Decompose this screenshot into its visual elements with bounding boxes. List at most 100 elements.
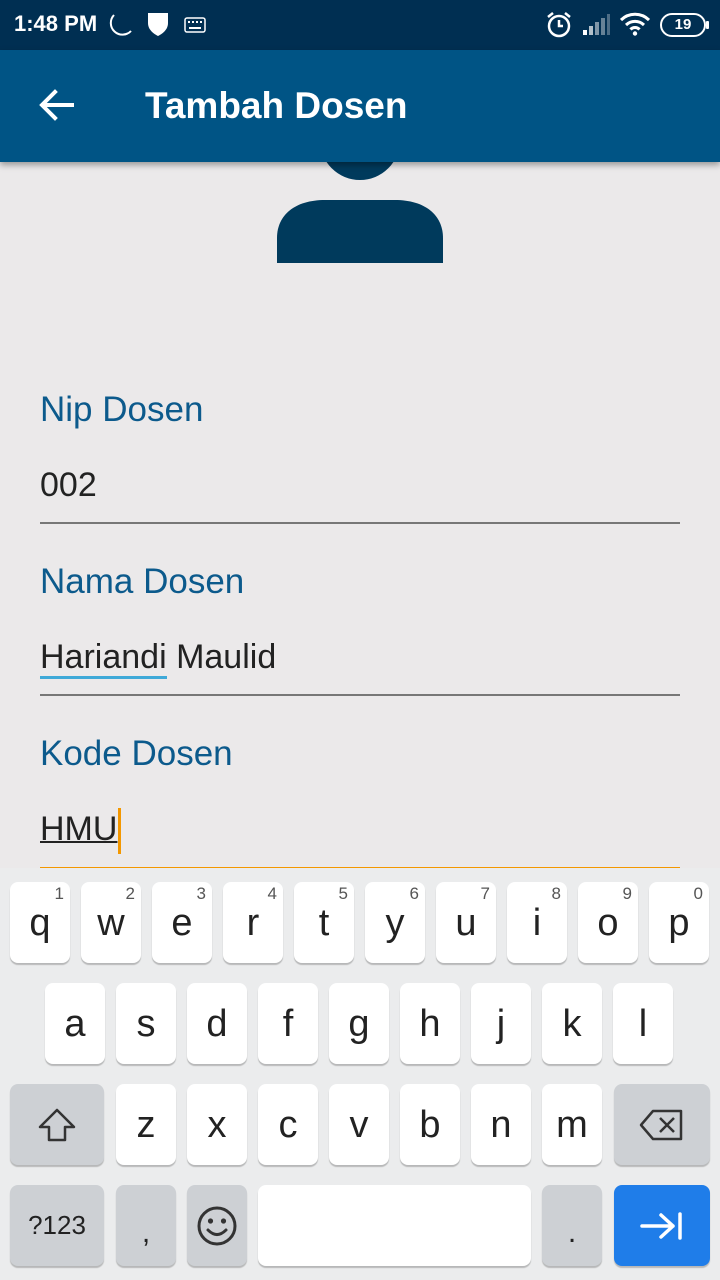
key-w[interactable]: w2 xyxy=(81,882,141,963)
key-v[interactable]: v xyxy=(329,1084,389,1165)
signal-icon xyxy=(582,12,610,41)
key-label: j xyxy=(496,1002,506,1045)
nama-input[interactable]: Hariandi Maulid xyxy=(40,632,680,696)
key-label: o xyxy=(597,901,619,944)
key-u[interactable]: u7 xyxy=(436,882,496,963)
key-s[interactable]: s xyxy=(116,983,176,1064)
key-m[interactable]: m xyxy=(542,1084,602,1165)
comma-key[interactable]: , xyxy=(116,1185,176,1266)
key-i[interactable]: i8 xyxy=(507,882,567,963)
key-label: r xyxy=(246,901,260,944)
symbols-label: ?123 xyxy=(28,1210,86,1240)
nama-label: Nama Dosen xyxy=(40,562,245,601)
key-o[interactable]: o9 xyxy=(578,882,638,963)
app-bar: Tambah Dosen xyxy=(0,50,720,162)
backspace-key[interactable] xyxy=(614,1084,710,1165)
key-b[interactable]: b xyxy=(400,1084,460,1165)
nip-input[interactable]: 002 xyxy=(40,460,680,524)
key-hint: 9 xyxy=(622,884,632,903)
space-bar[interactable] xyxy=(258,1185,531,1266)
back-button[interactable] xyxy=(26,80,86,134)
key-label: s xyxy=(136,1002,156,1045)
key-q[interactable]: q1 xyxy=(10,882,70,963)
key-label: f xyxy=(282,1002,294,1045)
key-hint: 5 xyxy=(338,884,348,903)
key-label: q xyxy=(29,901,51,944)
key-l[interactable]: l xyxy=(613,983,673,1064)
key-label: y xyxy=(385,901,405,944)
key-label: v xyxy=(349,1103,369,1146)
key-label: i xyxy=(532,901,542,944)
key-hint: 6 xyxy=(409,884,419,903)
emoji-key[interactable] xyxy=(187,1185,247,1266)
key-a[interactable]: a xyxy=(45,983,105,1064)
wifi-icon xyxy=(619,12,651,41)
key-label: n xyxy=(490,1103,512,1146)
key-label: k xyxy=(562,1002,582,1045)
key-p[interactable]: p0 xyxy=(649,882,709,963)
nama-value-first: Hariandi xyxy=(40,638,167,679)
key-label: a xyxy=(64,1002,86,1045)
key-e[interactable]: e3 xyxy=(152,882,212,963)
shield-icon xyxy=(146,11,170,42)
key-x[interactable]: x xyxy=(187,1084,247,1165)
key-label: u xyxy=(455,901,477,944)
next-arrow-icon xyxy=(640,1211,682,1240)
emoji-icon xyxy=(197,1206,237,1245)
key-label: m xyxy=(556,1103,588,1146)
enter-key[interactable] xyxy=(614,1185,710,1266)
arrow-back-icon xyxy=(38,88,74,126)
key-hint: 3 xyxy=(196,884,206,903)
kode-label: Kode Dosen xyxy=(40,734,233,773)
page-title: Tambah Dosen xyxy=(145,85,408,126)
nip-label: Nip Dosen xyxy=(40,390,204,429)
key-t[interactable]: t5 xyxy=(294,882,354,963)
key-hint: 8 xyxy=(551,884,561,903)
status-time: 1:48 PM xyxy=(14,11,98,36)
keyboard-icon xyxy=(184,17,206,38)
key-h[interactable]: h xyxy=(400,983,460,1064)
symbols-key[interactable]: ?123 xyxy=(10,1185,104,1266)
key-hint: 7 xyxy=(480,884,490,903)
soft-keyboard: q1 w2 e3 r4 t5 y6 u7 i8 o9 p0 a s d f g … xyxy=(0,868,720,1280)
key-k[interactable]: k xyxy=(542,983,602,1064)
key-label: p xyxy=(668,901,690,944)
key-label: z xyxy=(136,1103,156,1146)
nama-value-last: Maulid xyxy=(166,638,277,676)
key-z[interactable]: z xyxy=(116,1084,176,1165)
moon-icon xyxy=(108,12,134,43)
key-label: l xyxy=(638,1002,648,1045)
kode-input[interactable]: HMU xyxy=(40,804,680,870)
key-g[interactable]: g xyxy=(329,983,389,1064)
key-c[interactable]: c xyxy=(258,1084,318,1165)
shift-key[interactable] xyxy=(10,1084,104,1165)
key-hint: 4 xyxy=(267,884,277,903)
period-label: . xyxy=(567,1215,577,1249)
key-hint: 0 xyxy=(693,884,703,903)
key-label: d xyxy=(206,1002,228,1045)
period-key[interactable]: . xyxy=(542,1185,602,1266)
battery-icon: 19 xyxy=(660,13,709,37)
key-hint: 1 xyxy=(54,884,64,903)
alarm-icon xyxy=(546,11,572,44)
key-d[interactable]: d xyxy=(187,983,247,1064)
key-label: w xyxy=(97,901,125,944)
status-bar: 1:48 PM 19 xyxy=(0,0,720,50)
key-label: g xyxy=(348,1002,370,1045)
key-label: e xyxy=(171,901,193,944)
text-caret xyxy=(118,808,122,855)
key-j[interactable]: j xyxy=(471,983,531,1064)
nip-value: 002 xyxy=(40,466,97,504)
shift-icon xyxy=(38,1108,76,1141)
key-label: b xyxy=(419,1103,441,1146)
kode-value: HMU xyxy=(40,810,118,848)
key-n[interactable]: n xyxy=(471,1084,531,1165)
key-label: c xyxy=(278,1103,298,1146)
key-r[interactable]: r4 xyxy=(223,882,283,963)
key-hint: 2 xyxy=(125,884,135,903)
key-y[interactable]: y6 xyxy=(365,882,425,963)
key-label: h xyxy=(419,1002,441,1045)
comma-label: , xyxy=(141,1215,151,1249)
key-f[interactable]: f xyxy=(258,983,318,1064)
backspace-icon xyxy=(639,1109,683,1140)
